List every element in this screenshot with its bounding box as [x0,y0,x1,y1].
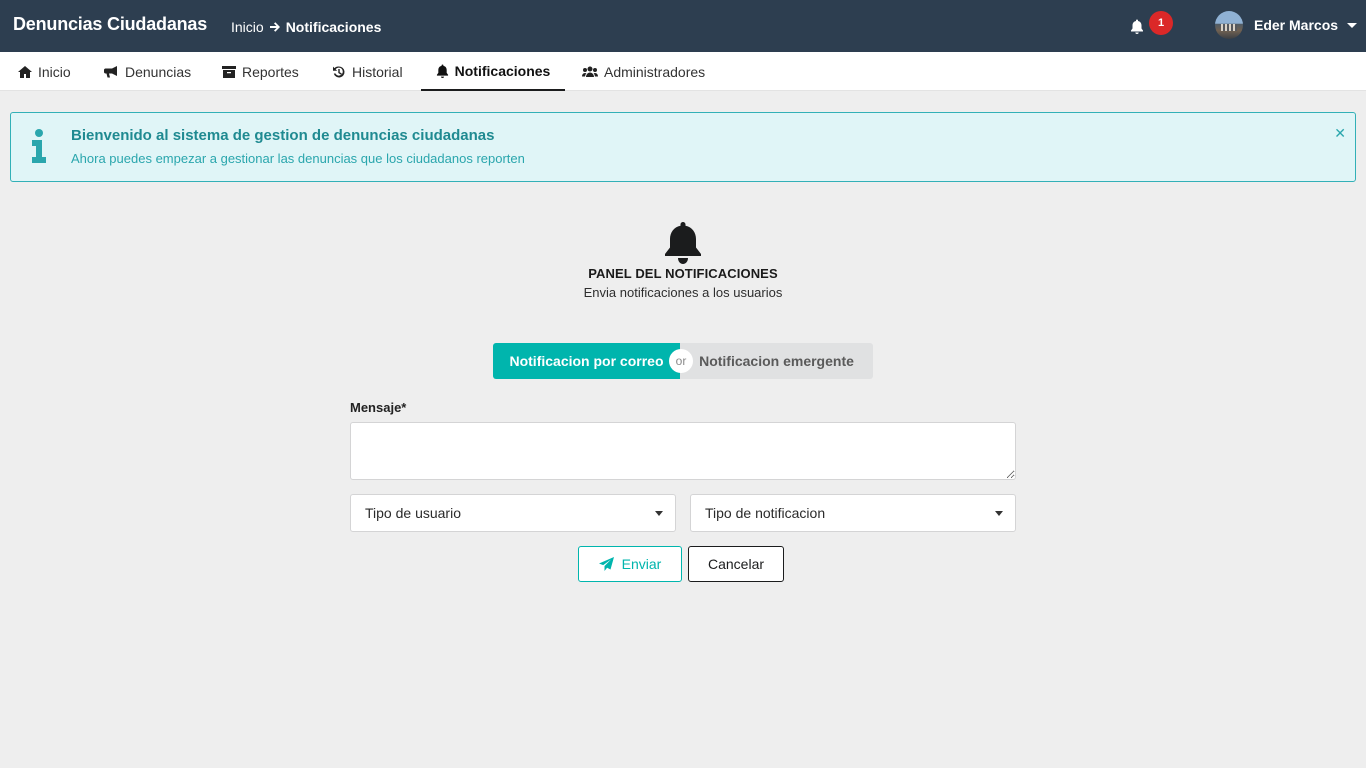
bullhorn-icon [104,65,117,77]
nav-item-inicio[interactable]: Inicio [18,52,71,91]
top-bar: Denuncias Ciudadanas Inicio Notificacion… [0,0,1366,52]
user-type-dropdown[interactable]: Tipo de usuario [350,494,676,532]
welcome-alert: Bienvenido al sistema de gestion de denu… [10,112,1356,182]
panel-subtitle: Envia notificaciones a los usuarios [583,285,783,300]
alert-message: Ahora puedes empezar a gestionar las den… [71,151,525,166]
bell-icon [1131,19,1143,34]
breadcrumb: Inicio Notificaciones [231,19,381,35]
message-label: Mensaje* [350,400,407,415]
notification-type-value: Tipo de notificacion [705,505,826,521]
main-nav: Inicio Denuncias Reportes Historial Noti… [0,52,1366,91]
user-type-value: Tipo de usuario [365,505,461,521]
notification-count-badge: 1 [1149,11,1173,35]
cancel-label: Cancelar [707,556,765,572]
cancel-button[interactable]: Cancelar [688,546,784,582]
panel-title: PANEL DEL NOTIFICACIONES [588,266,778,281]
archive-icon [222,65,236,78]
nav-label: Denuncias [125,63,192,80]
nav-item-reportes[interactable]: Reportes [222,52,299,91]
nav-label: Inicio [38,63,71,80]
message-textarea[interactable] [350,422,1016,480]
arrow-right-icon [269,21,281,33]
app-title[interactable]: Denuncias Ciudadanas [13,14,207,35]
history-icon [333,65,345,77]
bell-icon [436,64,448,78]
home-icon [18,65,32,78]
or-divider: or [669,349,693,373]
alert-title: Bienvenido al sistema de gestion de denu… [71,127,495,144]
email-notification-button[interactable]: Notificacion por correo [493,343,680,379]
notification-type-toggle: Notificacion por correo or Notificacion … [493,343,873,379]
dropdown-caret-icon [655,511,663,516]
notification-type-dropdown[interactable]: Tipo de notificacion [690,494,1016,532]
nav-label: Administradores [604,63,706,80]
nav-label: Historial [352,63,403,80]
tab-notificaciones[interactable]: Notificaciones [421,52,565,91]
notifications-button[interactable]: 1 [1128,11,1176,40]
avatar [1215,11,1243,39]
breadcrumb-home[interactable]: Inicio [231,19,264,35]
panel-header: PANEL DEL NOTIFICACIONES Envia notificac… [483,222,883,300]
bell-icon [665,222,701,264]
nav-item-denuncias[interactable]: Denuncias [104,52,191,91]
send-button[interactable]: Enviar [578,546,682,582]
info-icon [32,129,46,163]
dropdown-caret-icon [995,511,1003,516]
user-menu[interactable]: Eder Marcos [1215,11,1358,39]
popup-notification-button[interactable]: Notificacion emergente [680,343,873,379]
nav-label: Notificaciones [454,62,551,79]
paper-plane-icon [598,557,614,571]
chevron-down-icon [1347,22,1358,28]
close-icon[interactable]: ✕ [1334,125,1346,142]
nav-item-administradores[interactable]: Administradores [582,52,705,91]
breadcrumb-current: Notificaciones [285,19,382,35]
nav-item-historial[interactable]: Historial [332,52,403,91]
users-icon [582,66,598,77]
nav-label: Reportes [242,63,299,80]
send-label: Enviar [621,556,662,572]
user-name: Eder Marcos [1254,17,1339,33]
